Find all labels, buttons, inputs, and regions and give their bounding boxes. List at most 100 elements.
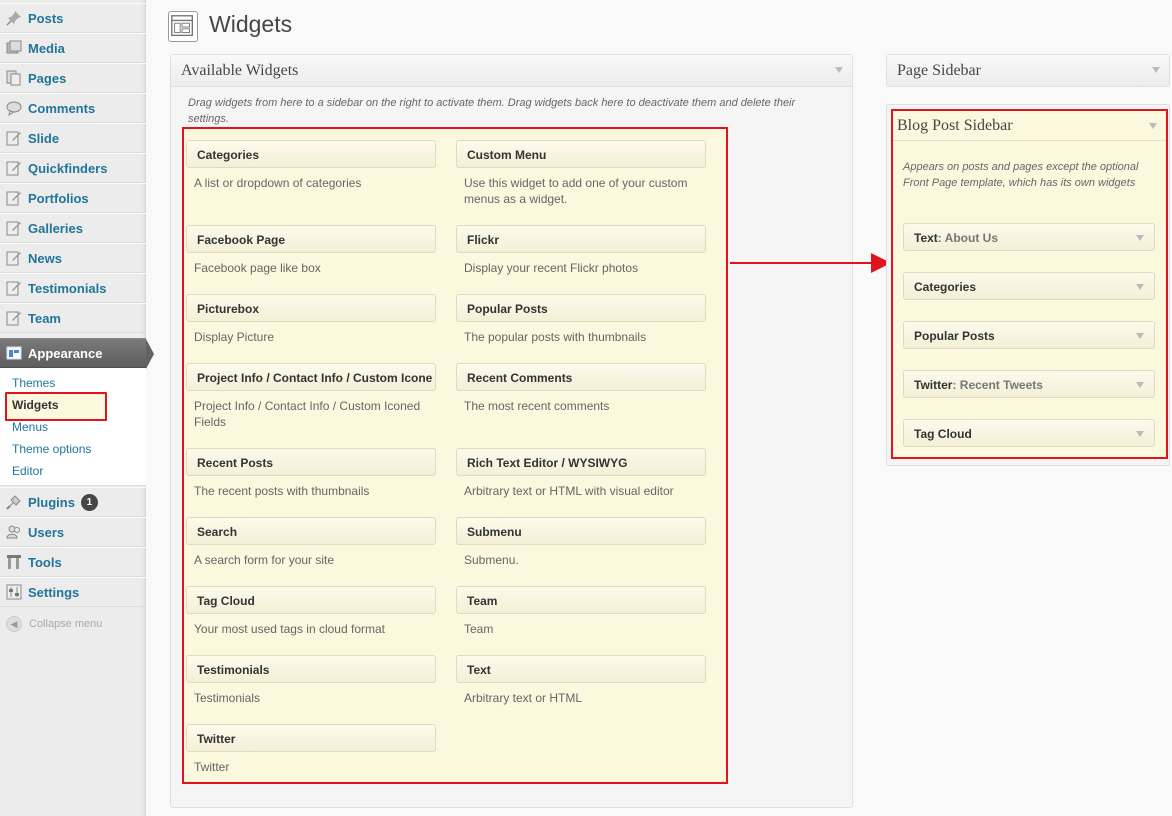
menu-item-appearance[interactable]: Appearance xyxy=(0,338,154,369)
widget-title: Popular Posts xyxy=(914,329,995,343)
widget-title[interactable]: Search xyxy=(186,517,436,545)
menu-item-posts[interactable]: Posts xyxy=(0,3,146,33)
sidebar-widget-text[interactable]: Text: About Us xyxy=(903,223,1155,251)
menu-item-quickfinders[interactable]: Quickfinders xyxy=(0,153,146,183)
widget-twitter[interactable]: Twitter Twitter xyxy=(186,724,436,775)
widget-project-info[interactable]: Project Info / Contact Info / Custom Ico… xyxy=(186,363,436,430)
menu-item-plugins[interactable]: Plugins 1 xyxy=(0,487,146,517)
available-widgets-header[interactable]: Available Widgets xyxy=(171,55,852,87)
widget-title[interactable]: Tag Cloud xyxy=(186,586,436,614)
widget-title[interactable]: Rich Text Editor / WYSIWYG xyxy=(456,448,706,476)
widget-testimonials[interactable]: Testimonials Testimonials xyxy=(186,655,436,706)
submenu-editor[interactable]: Editor xyxy=(12,464,43,478)
menu-item-news[interactable]: News xyxy=(0,243,146,273)
widget-flickr[interactable]: Flickr Display your recent Flickr photos xyxy=(456,225,706,276)
widget-title[interactable]: Twitter xyxy=(186,724,436,752)
widget-team[interactable]: Team Team xyxy=(456,586,706,637)
edit-icon xyxy=(6,190,22,206)
sidebar-widget-popular-posts[interactable]: Popular Posts xyxy=(903,321,1155,349)
toggle-arrow-icon[interactable] xyxy=(1136,284,1144,290)
menu-item-tools[interactable]: Tools xyxy=(0,547,146,577)
menu-item-team[interactable]: Team xyxy=(0,303,146,333)
widget-search[interactable]: Search A search form for your site xyxy=(186,517,436,568)
available-widgets-description: Drag widgets from here to a sidebar on t… xyxy=(188,97,796,125)
menu-label: Portfolios xyxy=(28,190,89,206)
menu-item-settings[interactable]: Settings xyxy=(0,577,146,607)
drag-direction-arrow xyxy=(730,253,891,273)
widget-facebook-page[interactable]: Facebook Page Facebook page like box xyxy=(186,225,436,276)
widget-title[interactable]: Team xyxy=(456,586,706,614)
collapse-menu-button[interactable]: ◀ Collapse menu xyxy=(6,616,102,632)
widget-title[interactable]: Popular Posts xyxy=(456,294,706,322)
widget-description: Project Info / Contact Info / Custom Ico… xyxy=(194,399,421,429)
widget-picturebox[interactable]: Picturebox Display Picture xyxy=(186,294,436,345)
widget-text[interactable]: Text Arbitrary text or HTML xyxy=(456,655,706,706)
submenu-theme-options[interactable]: Theme options xyxy=(12,442,91,456)
toggle-arrow-icon[interactable] xyxy=(1136,382,1144,388)
menu-item-users[interactable]: Users xyxy=(0,517,146,547)
widget-submenu[interactable]: Submenu Submenu. xyxy=(456,517,706,568)
page-title: Widgets xyxy=(209,11,293,37)
menu-item-testimonials[interactable]: Testimonials xyxy=(0,273,146,303)
submenu-themes[interactable]: Themes xyxy=(12,376,55,390)
widget-description: Facebook page like box xyxy=(194,261,321,275)
widget-subtitle: : Recent Tweets xyxy=(952,378,1043,392)
widget-custom-menu[interactable]: Custom Menu Use this widget to add one o… xyxy=(456,140,706,207)
widget-title[interactable]: Text xyxy=(456,655,706,683)
widgets-page-icon xyxy=(168,11,198,42)
widget-recent-posts[interactable]: Recent Posts The recent posts with thumb… xyxy=(186,448,436,499)
toggle-arrow-icon[interactable] xyxy=(1136,431,1144,437)
comment-icon xyxy=(6,100,22,116)
sidebar-widget-twitter[interactable]: Twitter: Recent Tweets xyxy=(903,370,1155,398)
widget-title[interactable]: Project Info / Contact Info / Custom Ico… xyxy=(186,363,436,391)
menu-label: Pages xyxy=(28,70,67,86)
menu-item-portfolios[interactable]: Portfolios xyxy=(0,183,146,213)
toggle-arrow-icon[interactable] xyxy=(1136,235,1144,241)
menu-item-slide[interactable]: Slide xyxy=(0,123,146,153)
widget-rich-text-editor[interactable]: Rich Text Editor / WYSIWYG Arbitrary tex… xyxy=(456,448,706,499)
widget-title[interactable]: Recent Posts xyxy=(186,448,436,476)
submenu-widgets[interactable]: Widgets xyxy=(12,398,59,412)
menu-item-media[interactable]: Media xyxy=(0,33,146,63)
widget-title[interactable]: Custom Menu xyxy=(456,140,706,168)
submenu-menus[interactable]: Menus xyxy=(12,420,48,434)
page-sidebar-header[interactable]: Page Sidebar xyxy=(887,55,1169,86)
widget-description: The popular posts with thumbnails xyxy=(464,330,647,344)
edit-icon xyxy=(6,280,22,296)
menu-item-galleries[interactable]: Galleries xyxy=(0,213,146,243)
menu-item-pages[interactable]: Pages xyxy=(0,63,146,93)
widget-title[interactable]: Picturebox xyxy=(186,294,436,322)
widget-tag-cloud[interactable]: Tag Cloud Your most used tags in cloud f… xyxy=(186,586,436,637)
widget-title[interactable]: Submenu xyxy=(456,517,706,545)
widget-title[interactable]: Facebook Page xyxy=(186,225,436,253)
users-icon xyxy=(6,524,22,540)
widget-categories[interactable]: Categories A list or dropdown of categor… xyxy=(186,140,436,191)
widget-description: Display your recent Flickr photos xyxy=(464,261,639,275)
widget-title[interactable]: Testimonials xyxy=(186,655,436,683)
widget-title[interactable]: Categories xyxy=(186,140,436,168)
menu-label: Slide xyxy=(28,130,60,146)
toggle-arrow-icon[interactable] xyxy=(1149,123,1157,129)
toggle-arrow-icon[interactable] xyxy=(1152,67,1160,73)
blog-post-sidebar-highlight-box: Blog Post Sidebar Appears on posts and p… xyxy=(891,109,1168,459)
menu-label: Testimonials xyxy=(28,280,107,296)
menu-item-comments[interactable]: Comments xyxy=(0,93,146,123)
widget-popular-posts[interactable]: Popular Posts The popular posts with thu… xyxy=(456,294,706,345)
toggle-arrow-icon[interactable] xyxy=(835,67,843,73)
page-sidebar-panel[interactable]: Page Sidebar xyxy=(886,54,1170,87)
widget-description: Twitter xyxy=(194,760,230,774)
widget-description: The recent posts with thumbnails xyxy=(194,484,370,498)
blog-post-sidebar-header[interactable]: Blog Post Sidebar xyxy=(893,111,1166,141)
widget-title[interactable]: Flickr xyxy=(456,225,706,253)
sidebar-widget-categories[interactable]: Categories xyxy=(903,272,1155,300)
widget-recent-comments[interactable]: Recent Comments The most recent comments xyxy=(456,363,706,414)
widget-description: A search form for your site xyxy=(194,553,335,567)
page-sidebar-title: Page Sidebar xyxy=(897,62,981,79)
widget-title[interactable]: Recent Comments xyxy=(456,363,706,391)
widget-description: Team xyxy=(464,622,494,636)
toggle-arrow-icon[interactable] xyxy=(1136,333,1144,339)
widget-description: Display Picture xyxy=(194,330,275,344)
sidebar-widget-tag-cloud[interactable]: Tag Cloud xyxy=(903,419,1155,447)
plugin-icon xyxy=(6,494,22,510)
edit-icon xyxy=(6,250,22,266)
